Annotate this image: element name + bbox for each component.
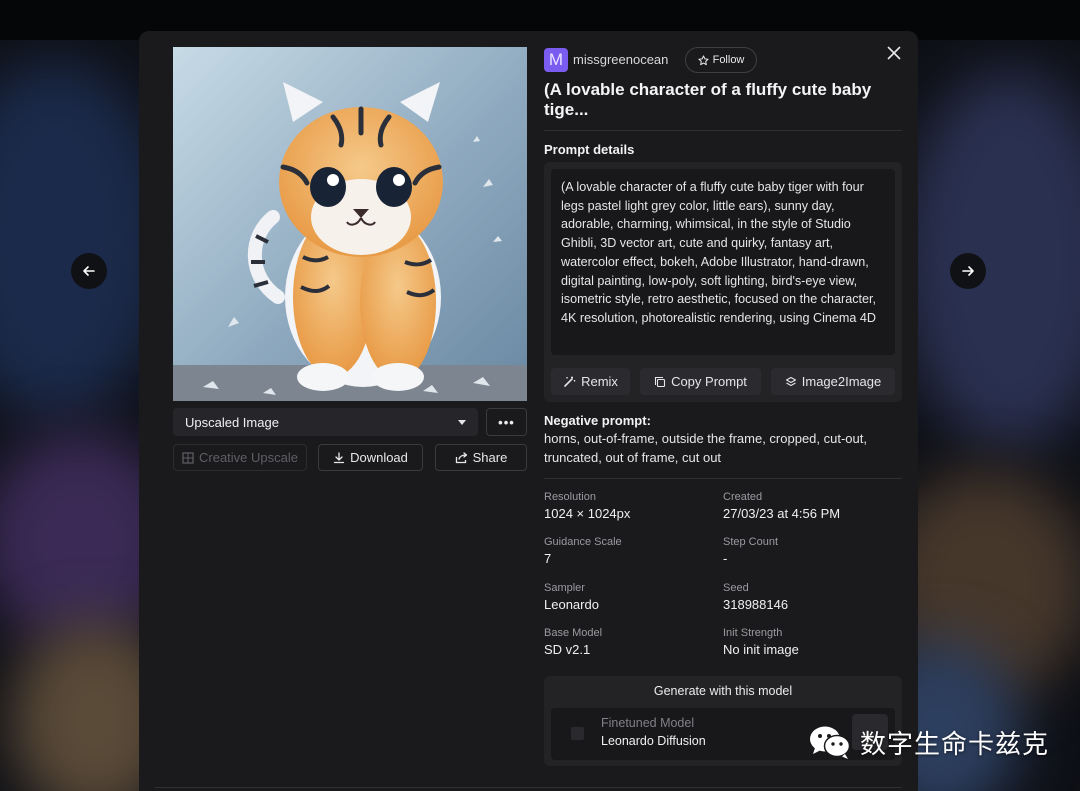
image-variant-value: Upscaled Image (185, 414, 279, 430)
meta-init-strength: Init Strength No init image (723, 627, 893, 657)
meta-key: Guidance Scale (544, 536, 622, 548)
layers-icon (785, 376, 796, 386)
creative-upscale-button[interactable]: Creative Upscale (173, 444, 307, 471)
share-button[interactable]: Share (435, 444, 527, 471)
divider (544, 130, 902, 131)
next-image-button[interactable] (950, 253, 986, 289)
meta-value: 7 (544, 551, 552, 566)
meta-value: 318988146 (723, 597, 789, 612)
arrow-left-icon (83, 266, 95, 276)
image-title: (A lovable character of a fluffy cute ba… (544, 80, 872, 119)
prompt-details-label: Prompt details (544, 142, 635, 157)
follow-button[interactable]: Follow (685, 47, 757, 73)
meta-key: Init Strength (723, 627, 783, 639)
meta-value: SD v2.1 (544, 642, 591, 657)
download-label: Download (350, 450, 408, 465)
more-options-button[interactable]: ••• (486, 408, 527, 436)
generate-title: Generate with this model (653, 684, 793, 698)
meta-key: Sampler (544, 582, 585, 594)
divider (544, 478, 902, 479)
divider (155, 787, 902, 788)
arrow-right-icon (962, 266, 974, 276)
copy-prompt-button[interactable]: Copy Prompt (640, 368, 761, 395)
negative-prompt-text: horns, out-of-frame, outside the frame, … (544, 431, 867, 465)
negative-prompt-label: Negative prompt: (544, 413, 651, 428)
model-thumbnail (571, 727, 584, 740)
download-icon (333, 451, 345, 463)
follow-label: Follow (712, 54, 745, 66)
model-name: Leonardo Diffusion (601, 734, 706, 748)
meta-sampler: Sampler Leonardo (544, 582, 714, 612)
meta-value: 27/03/23 at 4:56 PM (723, 506, 841, 521)
download-button[interactable]: Download (318, 444, 423, 471)
remix-button[interactable]: Remix (551, 368, 630, 395)
close-button[interactable] (884, 43, 904, 63)
generated-image[interactable] (173, 47, 527, 401)
watermark: 数字生命卡兹克 (808, 722, 1049, 762)
avatar[interactable]: M (544, 48, 568, 72)
prompt-text: (A lovable character of a fluffy cute ba… (551, 169, 895, 355)
meta-step-count: Step Count - (723, 536, 893, 566)
meta-base-model: Base Model SD v2.1 (544, 627, 714, 657)
chevron-down-icon (458, 419, 466, 425)
previous-image-button[interactable] (71, 253, 107, 289)
copy-prompt-label: Copy Prompt (671, 374, 747, 389)
image-detail-modal: Upscaled Image ••• Creative Upscale Down… (139, 31, 918, 791)
meta-key: Step Count (723, 536, 779, 548)
upscale-icon (182, 451, 194, 464)
meta-guidance-scale: Guidance Scale 7 (544, 536, 714, 566)
meta-value: No init image (723, 642, 799, 657)
magic-wand-icon (564, 376, 576, 387)
meta-value: 1024 × 1024px (544, 506, 631, 521)
creative-upscale-label: Creative Upscale (199, 450, 298, 465)
meta-resolution: Resolution 1024 × 1024px (544, 491, 714, 521)
image2image-label: Image2Image (801, 374, 882, 389)
wechat-icon (810, 726, 851, 759)
prompt-panel: (A lovable character of a fluffy cute ba… (544, 162, 902, 402)
copy-icon (655, 376, 666, 387)
meta-value: Leonardo (544, 597, 599, 612)
meta-key: Resolution (544, 491, 596, 503)
meta-key: Created (723, 491, 763, 503)
meta-value: - (723, 551, 728, 566)
model-type: Finetuned Model (601, 716, 695, 730)
remix-label: Remix (581, 374, 618, 389)
star-icon (698, 54, 709, 65)
more-dots-icon: ••• (498, 414, 515, 430)
meta-created: Created 27/03/23 at 4:56 PM (723, 491, 893, 521)
image2image-button[interactable]: Image2Image (771, 368, 895, 395)
username-link[interactable]: missgreenocean (573, 52, 668, 67)
image-variant-select[interactable]: Upscaled Image (173, 408, 478, 436)
share-label: Share (472, 450, 508, 465)
share-icon (455, 451, 467, 463)
watermark-text: 数字生命卡兹克 (860, 729, 1050, 760)
meta-key: Seed (723, 582, 749, 594)
close-icon (887, 46, 901, 60)
meta-seed: Seed 318988146 (723, 582, 893, 612)
meta-key: Base Model (544, 627, 603, 639)
